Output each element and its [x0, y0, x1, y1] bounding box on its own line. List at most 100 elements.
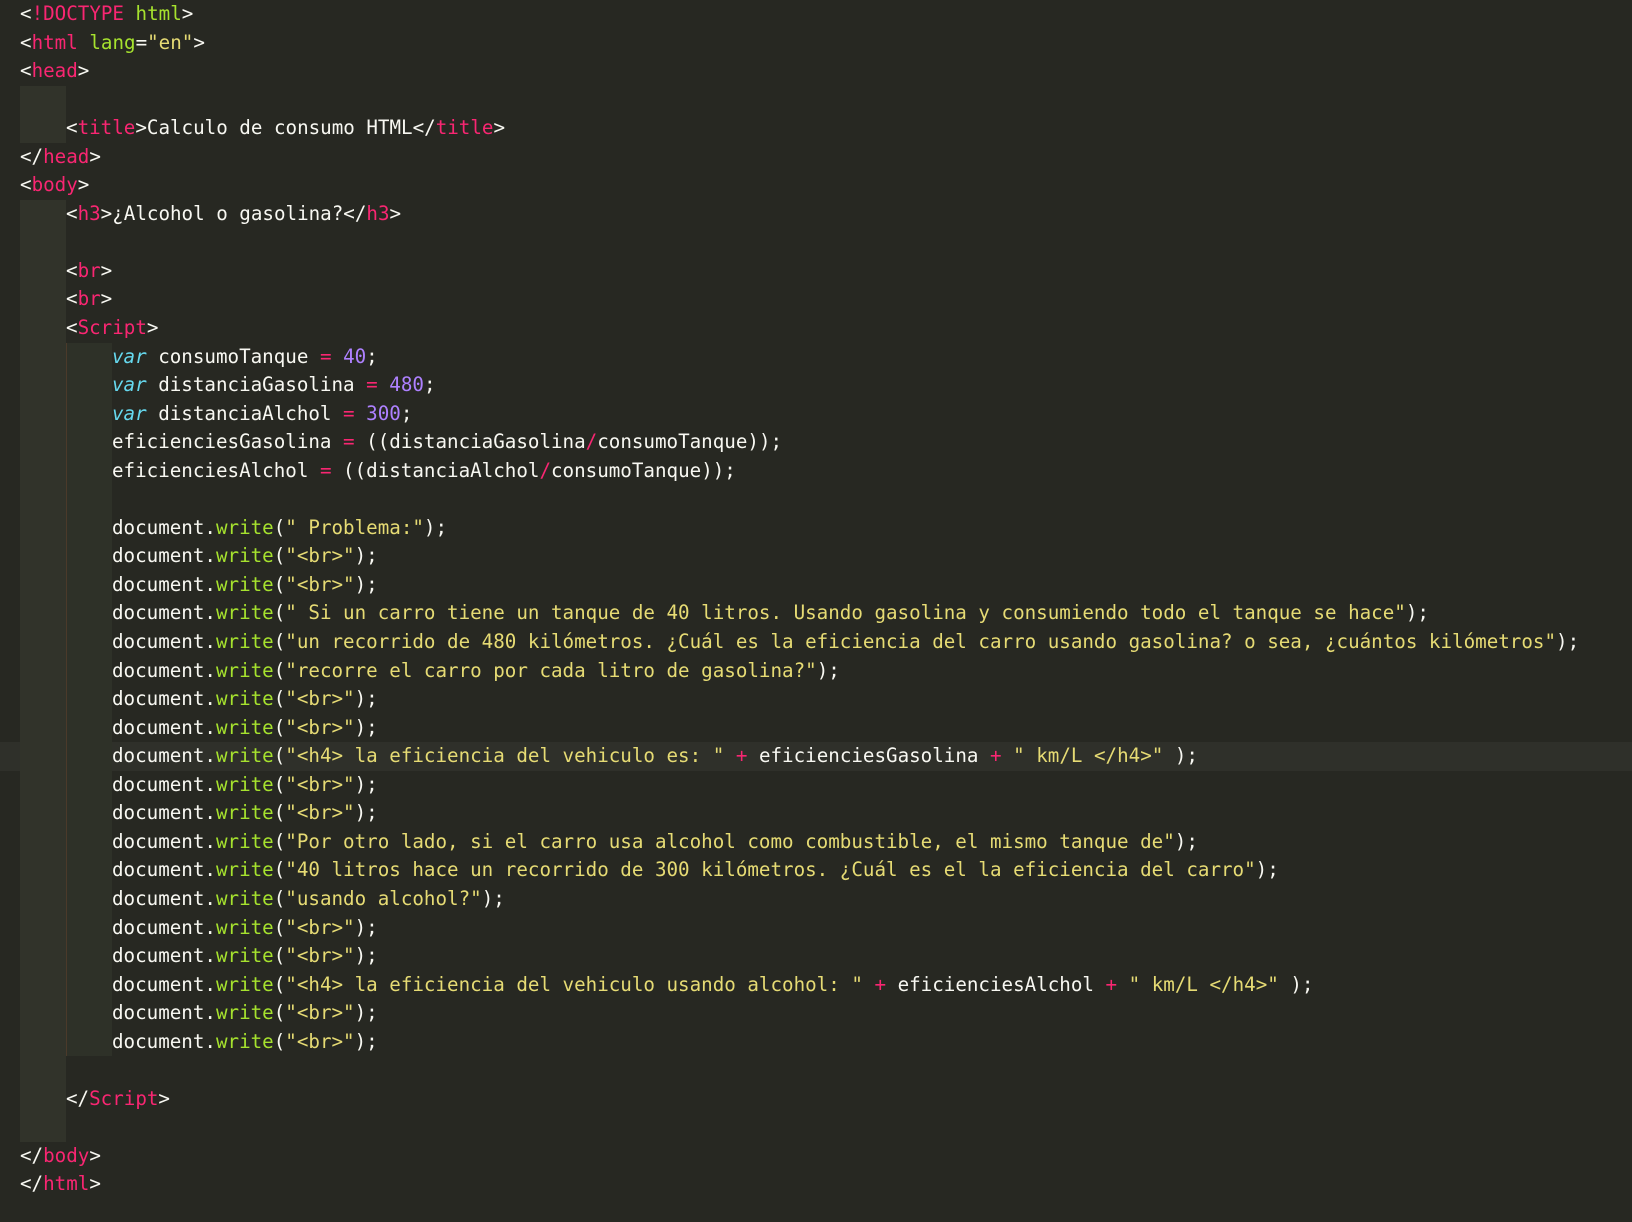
code-token: );	[816, 658, 840, 682]
code-token: >	[193, 30, 205, 54]
code-token: );	[1278, 972, 1314, 996]
code-line[interactable]: document.write("<br>");	[0, 542, 1632, 571]
code-line[interactable]: var consumoTanque = 40;	[0, 342, 1632, 372]
code-token: </	[412, 116, 436, 140]
code-line[interactable]: document.write(" Si un carro tiene un ta…	[0, 599, 1632, 629]
code-line[interactable]: <br>	[0, 256, 1632, 286]
code-line[interactable]: document.write("Por otro lado, si el car…	[0, 827, 1632, 857]
code-line[interactable]: </head>	[0, 143, 1632, 172]
code-token: write	[215, 544, 274, 568]
code-line[interactable]: <title>Calculo de consumo HTML</title>	[0, 114, 1632, 143]
code-token: );	[354, 715, 378, 739]
code-token: consumoTanque	[597, 430, 748, 454]
code-line[interactable]: document.write("<br>");	[0, 570, 1632, 600]
code-token: h3	[77, 201, 101, 225]
indent-guide	[20, 85, 66, 115]
code-line[interactable]: document.write("un recorrido de 480 kiló…	[0, 628, 1632, 657]
code-line[interactable]: document.write("<br>");	[0, 799, 1632, 828]
code-line[interactable]: var distanciaGasolina = 480;	[0, 371, 1632, 400]
code-line[interactable]: document.write(" Problema:");	[0, 513, 1632, 543]
code-line[interactable]: document.write("recorre el carro por cad…	[0, 656, 1632, 686]
code-text: var consumoTanque = 40;	[112, 345, 378, 368]
code-line[interactable]: <h3>¿Alcohol o gasolina?</h3>	[0, 199, 1632, 229]
indent-guide	[20, 285, 66, 315]
code-token: ((	[331, 458, 367, 482]
code-line[interactable]: </body>	[0, 1142, 1632, 1171]
code-token: document.	[112, 544, 216, 568]
code-line[interactable]: </html>	[0, 1170, 1632, 1199]
code-line[interactable]: document.write("<br>");	[0, 713, 1632, 743]
code-token: distanciaAlchol	[146, 401, 344, 425]
code-editor[interactable]: <!DOCTYPE html> <html lang="en"> <head> <ti…	[0, 0, 1632, 1222]
code-text: </html>	[20, 1172, 101, 1195]
line-margin	[0, 1056, 20, 1085]
code-token: "<br>"	[285, 772, 355, 796]
code-text: eficienciesGasolina = ((distanciaGasolin…	[112, 430, 782, 453]
code-line[interactable]	[0, 1056, 1632, 1085]
code-token: );	[354, 687, 378, 711]
code-text: var distanciaAlchol = 300;	[112, 402, 412, 425]
line-margin	[0, 542, 20, 571]
code-line[interactable]: document.write("<h4> la eficiencia del v…	[0, 742, 1632, 771]
code-line[interactable]: <Script>	[0, 314, 1632, 343]
code-text: document.write("<br>");	[112, 687, 378, 710]
code-line[interactable]: <html lang="en">	[0, 29, 1632, 58]
indent-guide	[20, 599, 66, 629]
indent-guide	[66, 428, 112, 457]
code-line[interactable]: document.write("<br>");	[0, 999, 1632, 1028]
indent-guide	[20, 770, 66, 800]
code-line[interactable]: </Script>	[0, 1084, 1632, 1114]
code-token: document.	[112, 572, 216, 596]
code-line[interactable]	[0, 228, 1632, 257]
code-token: document.	[112, 515, 216, 539]
code-line[interactable]: <!DOCTYPE html>	[0, 0, 1632, 29]
code-line[interactable]: var distanciaAlchol = 300;	[0, 399, 1632, 429]
code-token: </	[20, 1143, 44, 1167]
line-margin	[0, 171, 20, 200]
code-line[interactable]: document.write("<br>");	[0, 942, 1632, 971]
code-line[interactable]: <br>	[0, 285, 1632, 315]
indent-guide	[66, 1027, 112, 1057]
code-text: document.write("<br>");	[112, 544, 378, 567]
code-token: document.	[112, 972, 216, 996]
code-token: br	[77, 258, 101, 282]
code-token: write	[215, 772, 274, 796]
code-line[interactable]: document.write("usando alcohol?");	[0, 884, 1632, 914]
indent-guide	[66, 999, 112, 1028]
code-line[interactable]: eficienciesAlchol = ((distanciaAlchol/co…	[0, 456, 1632, 486]
code-token: <	[20, 173, 32, 197]
code-line[interactable]	[0, 85, 1632, 115]
code-token: body	[31, 173, 78, 197]
code-line[interactable]: <head>	[0, 57, 1632, 86]
code-line[interactable]	[0, 485, 1632, 514]
code-token: (	[273, 687, 286, 711]
indent-guide	[20, 456, 66, 486]
code-line[interactable]: <body>	[0, 171, 1632, 200]
code-token: document.	[112, 886, 216, 910]
code-token: ;	[400, 401, 413, 425]
code-line[interactable]: document.write("<br>");	[0, 685, 1632, 714]
code-line[interactable]	[0, 1113, 1632, 1142]
code-line[interactable]: document.write("40 litros hace un recorr…	[0, 856, 1632, 885]
code-token: );	[354, 1029, 378, 1053]
code-token: (	[273, 1029, 286, 1053]
line-margin	[0, 485, 20, 514]
code-token: "<br>"	[285, 715, 355, 739]
code-token: "usando alcohol?"	[285, 886, 482, 910]
code-line[interactable]: document.write("<br>");	[0, 770, 1632, 800]
code-token: document.	[112, 858, 216, 882]
code-token: lang	[89, 30, 136, 54]
code-line[interactable]: document.write("<br>");	[0, 1027, 1632, 1057]
code-line[interactable]: document.write("<h4> la eficiencia del v…	[0, 970, 1632, 1000]
indent-guide	[20, 513, 66, 543]
line-margin	[0, 114, 20, 143]
code-token: distanciaGasolina	[146, 373, 367, 397]
code-line[interactable]: eficienciesGasolina = ((distanciaGasolin…	[0, 428, 1632, 457]
indent-guide	[66, 913, 112, 943]
indent-guide	[66, 371, 112, 400]
code-token: html	[43, 1172, 90, 1196]
code-line[interactable]: document.write("<br>");	[0, 913, 1632, 943]
code-token: +	[1105, 972, 1118, 996]
